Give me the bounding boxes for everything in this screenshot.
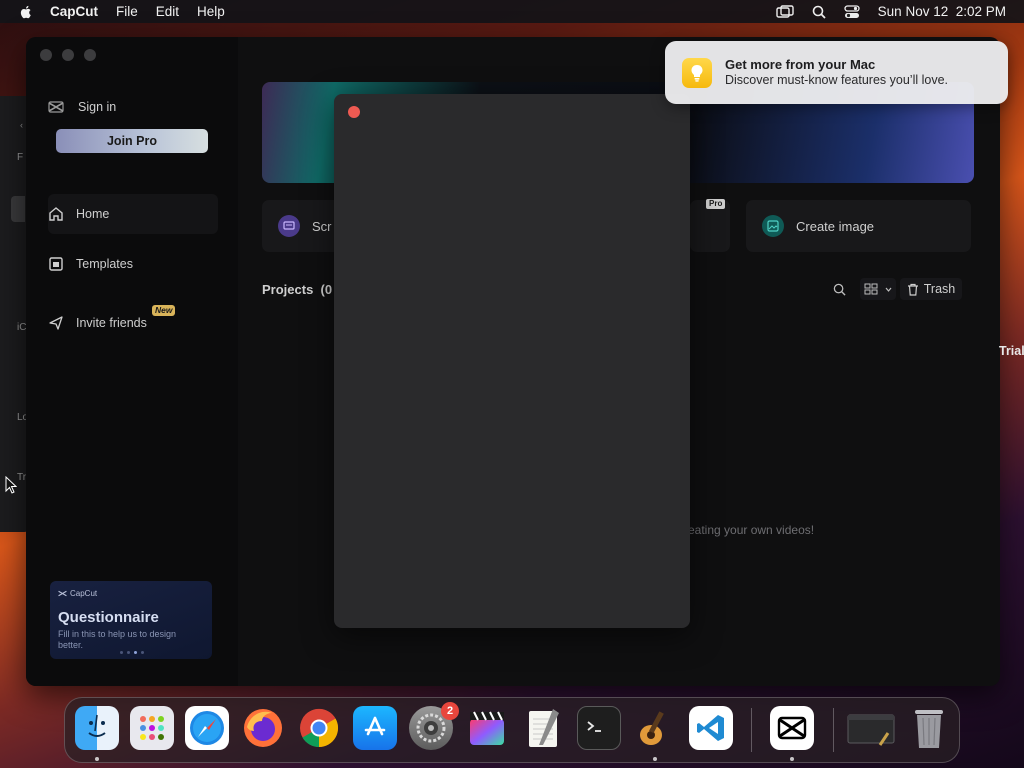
lightbulb-icon <box>682 58 712 88</box>
notification-banner[interactable]: Get more from your Mac Discover must-kno… <box>665 41 1008 104</box>
running-indicator <box>653 757 657 761</box>
close-modal-button[interactable] <box>348 106 360 118</box>
pro-badge: Pro <box>706 199 726 209</box>
minimize-window-button[interactable] <box>62 49 74 61</box>
apple-icon[interactable] <box>18 4 34 20</box>
sign-in-button[interactable]: Sign in <box>48 97 116 117</box>
capcut-logo-icon <box>48 101 64 113</box>
running-indicator <box>790 757 794 761</box>
search-icon <box>833 283 846 296</box>
templates-icon <box>49 257 63 271</box>
mouse-cursor-icon <box>5 476 17 494</box>
join-pro-button[interactable]: Join Pro <box>56 129 208 153</box>
questionnaire-brand-label: CapCut <box>70 589 98 598</box>
empty-projects-hint: eating your own videos! <box>688 523 815 537</box>
sidebar: Sign in Join Pro Home Templates Invite f… <box>26 37 238 686</box>
nav-item-label: Invite friends <box>76 316 147 330</box>
app-store-icon[interactable] <box>353 706 397 750</box>
menu-bar: CapCut File Edit Help Sun Nov 12 2:02 PM <box>0 0 1024 23</box>
dock-separator <box>833 708 834 752</box>
chevron-down-icon <box>885 287 892 292</box>
home-icon <box>49 207 63 221</box>
window-controls <box>40 49 96 61</box>
close-window-button[interactable] <box>40 49 52 61</box>
screen-record-icon <box>278 215 300 237</box>
menu-edit[interactable]: Edit <box>156 4 179 19</box>
terminal-icon[interactable] <box>577 706 621 750</box>
final-cut-pro-icon[interactable] <box>465 706 509 750</box>
dock: 2 <box>64 697 960 763</box>
nav-item-home[interactable]: Home <box>48 194 218 234</box>
background-window-text: Tr <box>17 472 27 483</box>
screen-mirroring-icon[interactable] <box>775 4 794 19</box>
new-badge: New <box>152 305 176 316</box>
capcut-icon[interactable] <box>770 706 814 750</box>
card-label: Create image <box>796 218 875 234</box>
menu-help[interactable]: Help <box>197 4 225 19</box>
trash-icon <box>907 283 918 296</box>
projects-heading: Projects (0 <box>262 282 333 297</box>
capcut-logo-icon <box>58 590 67 597</box>
image-icon <box>762 215 784 237</box>
launchpad-icon[interactable] <box>130 706 174 750</box>
send-icon <box>49 316 63 330</box>
safari-icon[interactable] <box>185 706 229 750</box>
menu-file[interactable]: File <box>116 4 138 19</box>
background-window-text: F <box>17 152 24 163</box>
carousel-dots[interactable] <box>120 651 144 654</box>
desktop-trial-text: Trial <box>999 344 1024 358</box>
nav-item-label: Templates <box>76 257 133 271</box>
questionnaire-card[interactable]: CapCut Questionnaire Fill in this to hel… <box>50 581 212 659</box>
search-projects-button[interactable] <box>826 278 852 300</box>
chrome-icon[interactable] <box>297 706 341 750</box>
nav-item-invite-friends[interactable]: Invite friends <box>48 303 218 343</box>
firefox-icon[interactable] <box>241 706 285 750</box>
running-indicator <box>95 757 99 761</box>
trash-button[interactable]: Trash <box>900 278 962 300</box>
grid-view-icon <box>864 283 878 295</box>
zoom-window-button[interactable] <box>84 49 96 61</box>
create-image-card[interactable]: Create image <box>746 200 971 252</box>
spotlight-search-icon[interactable] <box>812 5 826 19</box>
notification-badge: 2 <box>441 702 459 720</box>
view-toggle-button[interactable] <box>860 278 896 300</box>
nav-item-templates[interactable]: Templates <box>48 244 218 284</box>
menu-app-name[interactable]: CapCut <box>50 4 98 19</box>
dock-separator <box>751 708 752 752</box>
preview-icon[interactable] <box>845 706 897 750</box>
menu-clock[interactable]: Sun Nov 12 2:02 PM <box>878 4 1006 19</box>
garageband-icon[interactable] <box>633 706 677 750</box>
projects-toolbar: Trash <box>826 278 962 300</box>
visual-studio-code-icon[interactable] <box>689 706 733 750</box>
sign-in-label: Sign in <box>78 100 117 114</box>
nav-item-label: Home <box>76 207 110 221</box>
finder-icon[interactable] <box>75 706 119 750</box>
trash-label: Trash <box>923 282 956 296</box>
notification-body: Discover must-know features you’ll love. <box>725 73 948 87</box>
questionnaire-brand: CapCut <box>58 589 97 598</box>
notification-title: Get more from your Mac <box>725 57 876 72</box>
background-window-selection <box>11 196 25 222</box>
questionnaire-title: Questionnaire <box>58 609 159 626</box>
card-label: Scr <box>312 218 332 234</box>
trash-bin-icon[interactable] <box>907 706 951 750</box>
background-window-glyph: ‹ <box>20 120 23 130</box>
blank-modal-dialog <box>334 94 690 628</box>
control-center-icon[interactable] <box>844 4 860 19</box>
textedit-icon[interactable] <box>521 706 565 750</box>
questionnaire-description: Fill in this to help us to design better… <box>58 629 177 650</box>
